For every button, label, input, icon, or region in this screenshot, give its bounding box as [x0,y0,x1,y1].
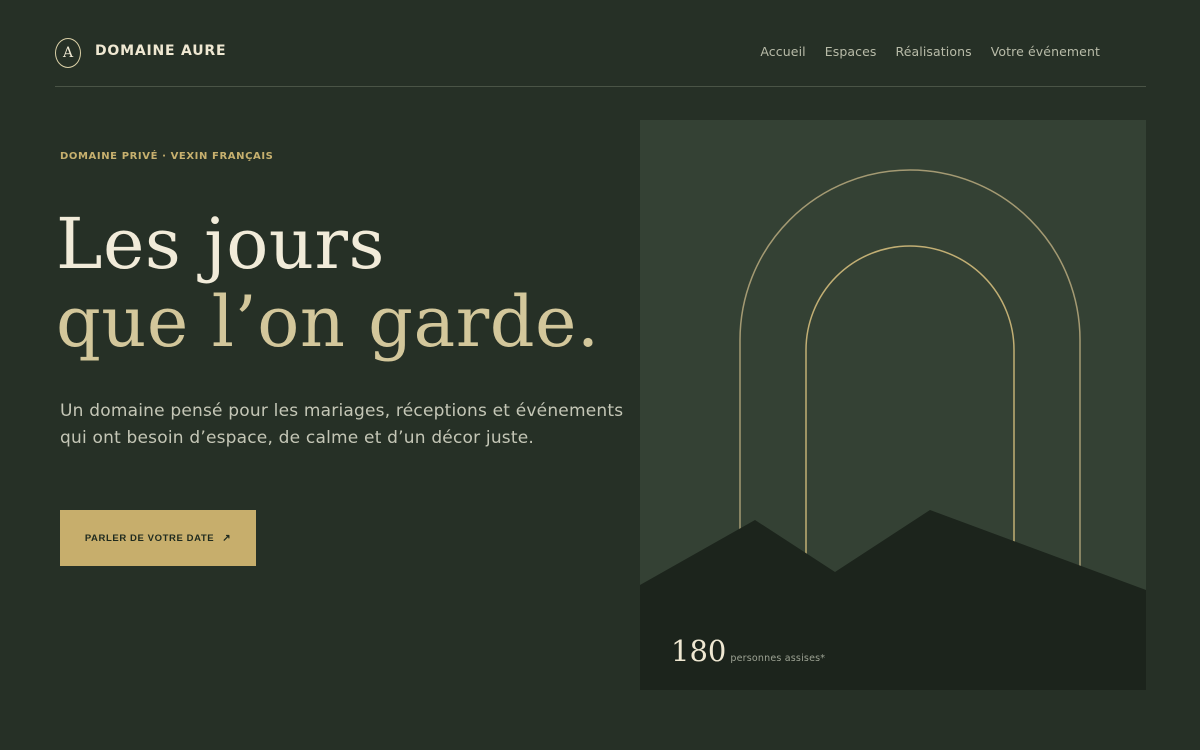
nav-item-espaces[interactable]: Espaces [825,44,877,59]
nav-item-votre-evenement[interactable]: Votre événement [991,44,1100,59]
hero-title-line1: Les jours [56,203,385,285]
hero-kicker: DOMAINE PRIVÉ · VEXIN FRANÇAIS [60,151,274,162]
hero-title-line2: que l’on garde. [56,281,600,363]
brand-name: DOMAINE AURE [95,43,227,59]
arch-illustration [640,169,1146,690]
hero-subtitle-line1: Un domaine pensé pour les mariages, réce… [60,401,624,421]
hero-subtitle: Un domaine pensé pour les mariages, réce… [60,398,640,452]
nav-item-accueil[interactable]: Accueil [760,44,805,59]
capacity-label: personnes assises* [730,653,826,664]
nav-item-realisations[interactable]: Réalisations [896,44,972,59]
monogram-circle-icon: A [55,38,81,68]
hero-subtitle-line2: qui ont besoin d’espace, de calme et d’u… [60,428,534,448]
capacity-stat: 180 personnes assises* [671,634,825,668]
contact-date-button[interactable]: PARLER DE VOTRE DATE ↗ [60,510,256,566]
hero-title: Les jours que l’on garde. [56,205,600,361]
hero-visual: 180 personnes assises* [640,120,1146,690]
site-header: A DOMAINE AURE Accueil Espaces Réalisati… [55,0,1146,87]
brand-logo[interactable]: A DOMAINE AURE [55,38,226,68]
main-nav: Accueil Espaces Réalisations Votre événe… [760,44,1100,59]
contact-date-button-label: PARLER DE VOTRE DATE [84,532,215,544]
arrow-up-right-icon: ↗ [222,532,232,544]
capacity-number: 180 [671,634,727,668]
